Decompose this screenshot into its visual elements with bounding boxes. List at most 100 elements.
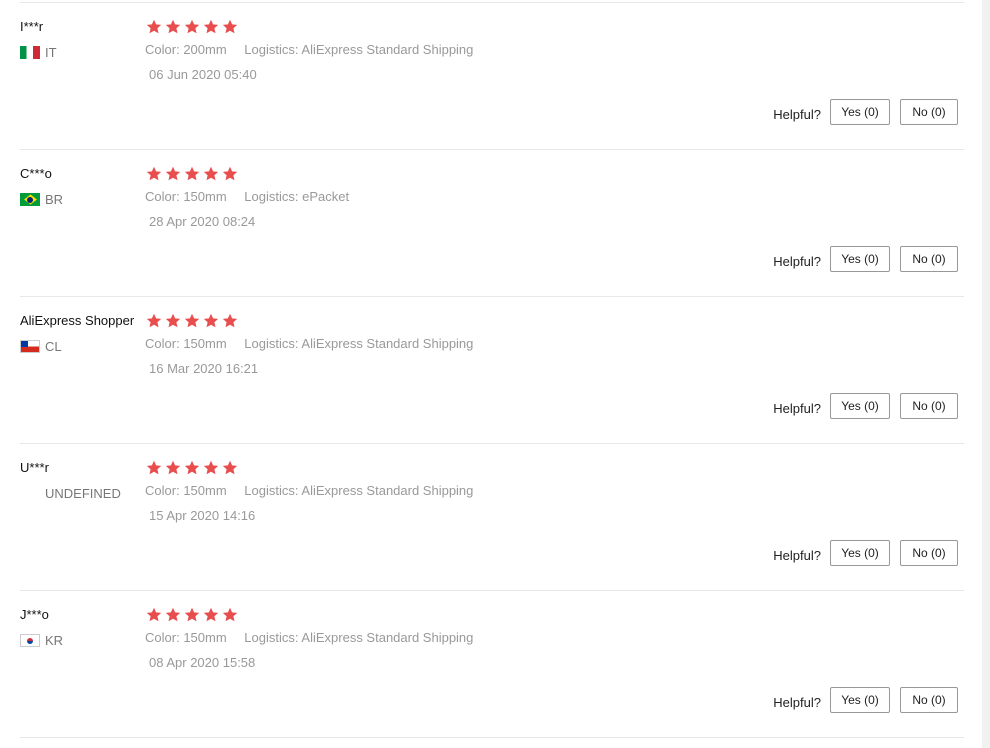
helpful-no-button[interactable]: No (0) [900,99,958,125]
reviewer-country: IT [20,45,57,60]
star-icon [222,607,238,623]
helpful-no-button[interactable]: No (0) [900,246,958,272]
chile-flag-icon [20,340,40,353]
review-item: I***r IT Color: 200mm Logistics: AliExpr… [20,3,964,150]
logistics-value: AliExpress Standard Shipping [301,42,474,57]
star-icon [184,313,200,329]
reviewer-country: BR [20,192,63,207]
country-code: BR [45,192,64,207]
star-icon [184,166,200,182]
star-rating [146,460,241,476]
star-icon [184,19,200,35]
logistics-value: AliExpress Standard Shipping [301,336,474,351]
country-code: UNDEFINED [45,486,121,501]
country-code: IT [45,45,57,60]
star-icon [203,460,219,476]
helpful-vote: Helpful? Yes (0) No (0) [773,540,958,566]
logistics-label: Logistics: [244,42,299,57]
star-icon [146,607,162,623]
helpful-vote: Helpful? Yes (0) No (0) [773,99,958,125]
brazil-flag-icon [20,193,40,206]
helpful-yes-button[interactable]: Yes (0) [830,687,890,713]
star-icon [146,19,162,35]
logistics-label: Logistics: [244,189,299,204]
logistics-label: Logistics: [244,336,299,351]
review-attributes: Color: 150mm Logistics: AliExpress Stand… [145,630,473,645]
helpful-no-button[interactable]: No (0) [900,687,958,713]
review-attributes: Color: 150mm Logistics: AliExpress Stand… [145,483,473,498]
star-icon [222,166,238,182]
helpful-label: Helpful? [773,253,821,269]
logistics-value: AliExpress Standard Shipping [301,630,474,645]
reviewer-country: KR [20,633,63,648]
star-icon [203,166,219,182]
review-date: 15 Apr 2020 14:16 [149,508,256,523]
helpful-label: Helpful? [773,694,821,710]
star-rating [146,313,241,329]
reviewer-country: CL [20,339,62,354]
star-rating [146,607,241,623]
star-icon [165,460,181,476]
color-label: Color: [145,630,180,645]
helpful-label: Helpful? [773,400,821,416]
color-value: 200mm [183,42,227,57]
helpful-yes-button[interactable]: Yes (0) [830,540,890,566]
star-icon [203,313,219,329]
star-icon [165,607,181,623]
helpful-vote: Helpful? Yes (0) No (0) [773,393,958,419]
helpful-label: Helpful? [773,547,821,563]
helpful-no-button[interactable]: No (0) [900,540,958,566]
helpful-no-button[interactable]: No (0) [900,393,958,419]
star-icon [165,19,181,35]
logistics-label: Logistics: [244,483,299,498]
color-value: 150mm [183,189,227,204]
color-label: Color: [145,336,180,351]
country-code: KR [45,633,64,648]
review-item: AliExpress Shopper CL Color: 150mm Logis… [20,297,964,444]
review-date: 16 Mar 2020 16:21 [149,361,259,376]
review-attributes: Color: 200mm Logistics: AliExpress Stand… [145,42,473,57]
star-icon [222,313,238,329]
italy-flag-icon [20,46,40,59]
review-date: 08 Apr 2020 15:58 [149,655,256,670]
review-item: U***r UNDEFINED Color: 150mm Logistics: … [20,444,964,591]
helpful-yes-button[interactable]: Yes (0) [830,393,890,419]
star-icon [184,607,200,623]
star-icon [165,313,181,329]
helpful-vote: Helpful? Yes (0) No (0) [773,246,958,272]
color-label: Color: [145,483,180,498]
color-value: 150mm [183,483,227,498]
korea-flag-icon [20,634,40,647]
logistics-value: ePacket [302,189,350,204]
helpful-vote: Helpful? Yes (0) No (0) [773,687,958,713]
review-item: J***o KR Color: 150mm Logistics: AliExpr… [20,591,964,738]
reviewer-name: I***r [20,19,44,34]
color-value: 150mm [183,336,227,351]
reviewer-name: C***o [20,166,52,181]
reviewer-name: AliExpress Shopper [20,313,135,328]
color-label: Color: [145,189,180,204]
star-icon [146,460,162,476]
review-date: 28 Apr 2020 08:24 [149,214,256,229]
review-attributes: Color: 150mm Logistics: ePacket [145,189,349,204]
star-icon [203,19,219,35]
reviewer-name: J***o [20,607,49,622]
star-rating [146,19,241,35]
scrollbar[interactable] [982,0,990,748]
star-icon [184,460,200,476]
helpful-yes-button[interactable]: Yes (0) [830,99,890,125]
logistics-value: AliExpress Standard Shipping [301,483,474,498]
star-icon [222,460,238,476]
reviewer-name: U***r [20,460,49,475]
star-icon [222,19,238,35]
logistics-label: Logistics: [244,630,299,645]
review-date: 06 Jun 2020 05:40 [149,67,257,82]
helpful-label: Helpful? [773,106,821,122]
star-rating [146,166,241,182]
star-icon [146,313,162,329]
helpful-yes-button[interactable]: Yes (0) [830,246,890,272]
review-attributes: Color: 150mm Logistics: AliExpress Stand… [145,336,473,351]
color-value: 150mm [183,630,227,645]
review-item: C***o BR Color: 150mm Logistics: ePacket… [20,150,964,297]
color-label: Color: [145,42,180,57]
